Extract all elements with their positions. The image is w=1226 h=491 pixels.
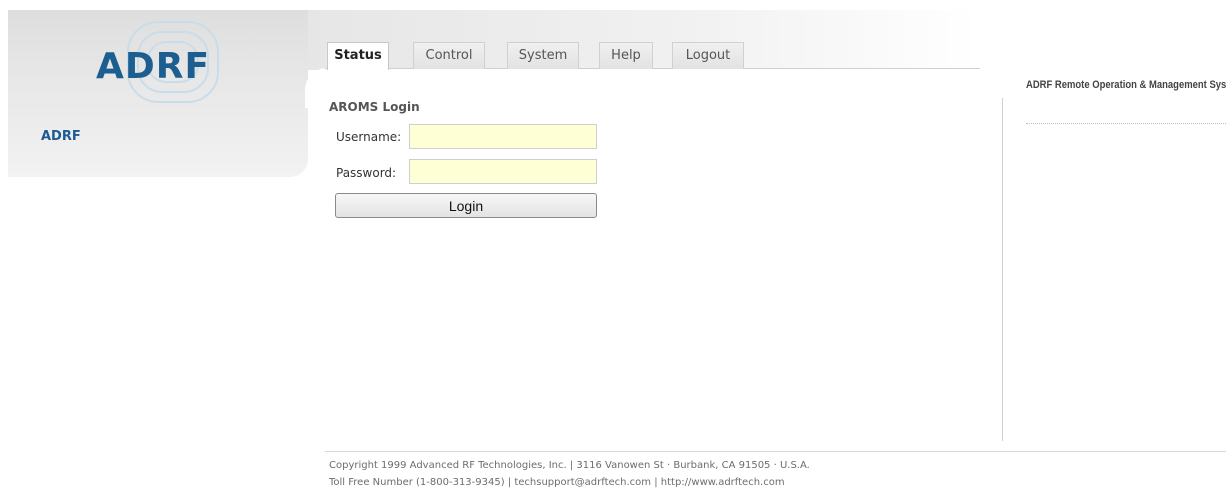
login-title: AROMS Login (329, 100, 420, 114)
logo-panel: ADRF ADRF (8, 10, 308, 177)
sidebar-divider (1002, 98, 1003, 441)
logo[interactable]: ADRF (96, 46, 210, 87)
password-input[interactable] (409, 159, 597, 184)
username-label: Username: (336, 130, 402, 144)
tab-control[interactable]: Control (413, 42, 485, 69)
footer-contact: Toll Free Number (1-800-313-9345) | tech… (329, 477, 785, 488)
password-label: Password: (336, 166, 397, 180)
sidebar-title: ADRF Remote Operation & Management Syste… (1026, 79, 1226, 91)
tab-help[interactable]: Help (599, 42, 653, 69)
tab-logout[interactable]: Logout (672, 42, 744, 69)
tab-status[interactable]: Status (327, 42, 389, 70)
sidebar-rule (1026, 123, 1226, 124)
footer-copyright: Copyright 1999 Advanced RF Technologies,… (329, 460, 810, 471)
footer-divider (325, 451, 1226, 452)
username-input[interactable] (409, 124, 597, 149)
site-name[interactable]: ADRF (41, 129, 81, 144)
tab-system[interactable]: System (507, 42, 579, 69)
login-button[interactable]: Login (335, 193, 597, 218)
